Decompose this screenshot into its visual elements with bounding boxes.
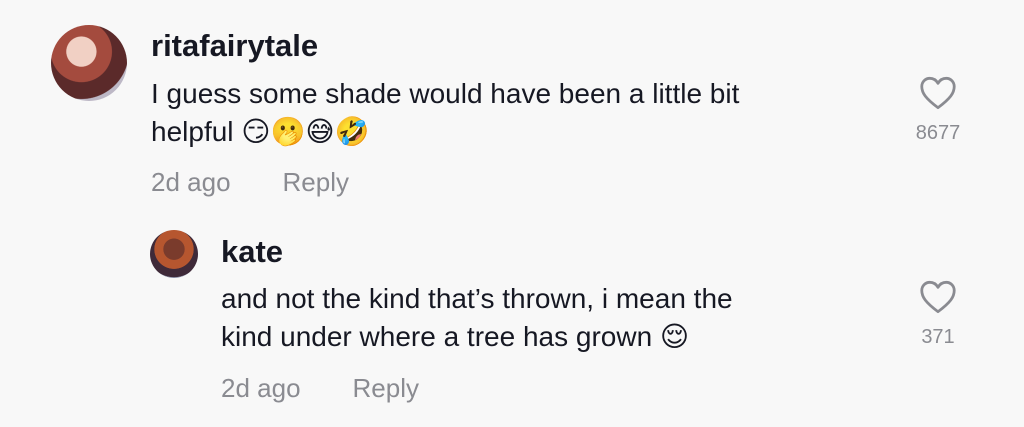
comment-kate: kate and not the kind that’s thrown, i m…	[0, 210, 1024, 427]
like-count: 8677	[915, 122, 961, 144]
reply-button[interactable]: Reply	[283, 167, 349, 197]
comment-text-line: kind under where a tree has grown 😌	[221, 321, 690, 352]
like-button[interactable]: 371	[903, 280, 973, 349]
comment-meta: 2d ago Reply	[151, 167, 349, 197]
reply-button[interactable]: Reply	[353, 373, 419, 403]
comment-text-line: I guess some shade would have been a lit…	[151, 78, 740, 109]
comment-text: and not the kind that’s thrown, i mean t…	[221, 280, 911, 356]
like-count: 371	[921, 326, 955, 348]
comment-username[interactable]: kate	[221, 234, 283, 270]
avatar[interactable]	[51, 25, 127, 101]
like-button[interactable]: 8677	[903, 76, 973, 145]
avatar[interactable]	[150, 230, 198, 278]
heart-icon	[920, 76, 956, 110]
timestamp: 2d ago	[221, 373, 301, 403]
comment-text: I guess some shade would have been a lit…	[151, 75, 841, 151]
timestamp: 2d ago	[151, 167, 231, 197]
comment-meta: 2d ago Reply	[221, 373, 419, 403]
comment-ritafairytale: ritafairytale I guess some shade would h…	[0, 0, 1024, 210]
comment-text-line: helpful 😏🫢😅🤣	[151, 116, 370, 147]
comment-username[interactable]: ritafairytale	[151, 28, 318, 64]
comment-text-line: and not the kind that’s thrown, i mean t…	[221, 283, 733, 314]
heart-icon	[920, 280, 956, 314]
